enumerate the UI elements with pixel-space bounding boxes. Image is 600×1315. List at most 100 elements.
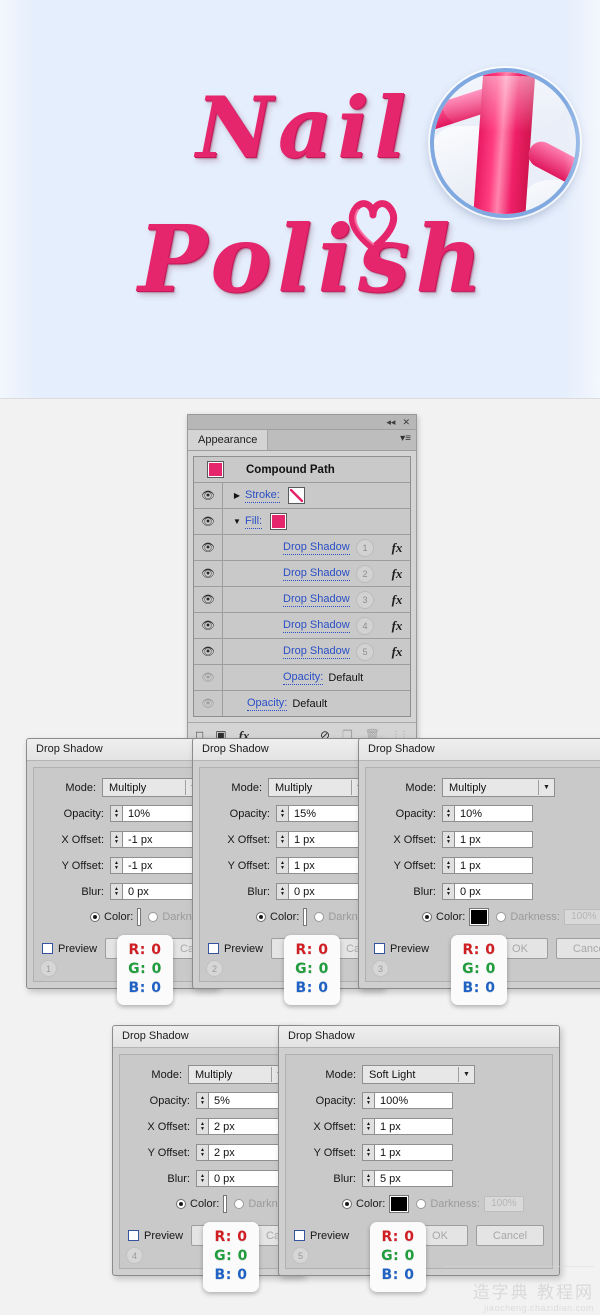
blur-input[interactable]: 0 px [455,883,533,900]
effect-label-drop-shadow[interactable]: Drop Shadow [283,645,350,659]
stroke-label[interactable]: Stroke: [245,489,280,503]
shadow-color-swatch[interactable] [303,908,308,926]
y-offset-input[interactable]: -1 px [123,857,201,874]
darkness-input[interactable]: 100% [563,909,600,925]
blur-stepper[interactable]: ▲ ▼ [110,883,123,900]
opacity-stepper[interactable]: ▲ ▼ [196,1092,209,1109]
opacity-input[interactable]: 10% [123,805,201,822]
fill-color-swatch[interactable] [270,513,288,530]
collapse-icon[interactable]: ◂◂ [386,417,395,427]
color-radio[interactable] [422,912,432,922]
blur-stepper[interactable]: ▲ ▼ [196,1170,209,1187]
x-offset-stepper[interactable]: ▲ ▼ [276,831,289,848]
fx-icon[interactable]: fx [384,540,410,556]
effect-label-drop-shadow[interactable]: Drop Shadow [283,593,350,607]
visibility-eye-icon[interactable]: 👁 [194,483,223,508]
x-offset-input[interactable]: 1 px [289,831,367,848]
visibility-eye-icon[interactable]: 👁 [194,535,223,560]
x-offset-stepper[interactable]: ▲ ▼ [362,1118,375,1135]
x-offset-input[interactable]: 1 px [455,831,533,848]
visibility-eye-icon[interactable]: 👁 [194,691,223,716]
blur-input[interactable]: 5 px [375,1170,453,1187]
effect-label-drop-shadow[interactable]: Drop Shadow [283,541,350,555]
darkness-input[interactable]: 100% [483,1196,524,1212]
stroke-color-swatch[interactable] [287,487,305,504]
tab-appearance[interactable]: Appearance [188,430,269,450]
appearance-row-fill[interactable]: 👁 ▼ Fill: [194,509,410,535]
cancel-button[interactable]: Cancel [556,938,600,959]
fx-icon[interactable]: fx [384,618,410,634]
shadow-color-swatch[interactable] [223,1195,228,1213]
appearance-row-opacity[interactable]: 👁 Opacity: Default [194,691,410,716]
cancel-button[interactable]: Cancel [476,1225,544,1246]
visibility-eye-icon[interactable]: 👁 [194,509,223,534]
chevron-down-icon[interactable]: ▼ [229,517,245,526]
chevron-down-icon[interactable]: ▼ [458,1067,474,1082]
opacity-label[interactable]: Opacity: [283,671,324,685]
y-offset-stepper[interactable]: ▲ ▼ [276,857,289,874]
visibility-eye-icon[interactable]: 👁 [194,561,223,586]
darkness-radio[interactable] [314,912,325,922]
mode-select[interactable]: Multiply▼ [442,778,555,797]
color-radio[interactable] [176,1199,186,1209]
x-offset-input[interactable]: -1 px [123,831,201,848]
blur-stepper[interactable]: ▲ ▼ [362,1170,375,1187]
shadow-color-swatch[interactable] [389,1195,410,1213]
opacity-label[interactable]: Opacity: [247,697,288,711]
shadow-color-swatch[interactable] [137,908,142,926]
mode-select[interactable]: Multiply▼ [102,778,202,797]
mode-select[interactable]: Multiply▼ [268,778,368,797]
appearance-row-effect[interactable]: 👁 Drop Shadow 4 fx [194,613,410,639]
opacity-input[interactable]: 10% [455,805,533,822]
y-offset-input[interactable]: 1 px [455,857,533,874]
preview-checkbox[interactable] [128,1230,139,1241]
color-radio[interactable] [342,1199,352,1209]
x-offset-input[interactable]: 1 px [375,1118,453,1135]
effect-label-drop-shadow[interactable]: Drop Shadow [283,619,350,633]
darkness-radio[interactable] [234,1199,245,1209]
panel-menu-icon[interactable]: ▾≡ [400,434,411,444]
preview-checkbox[interactable] [42,943,53,954]
blur-input[interactable]: 0 px [209,1170,287,1187]
close-icon[interactable]: ✕ [402,417,410,427]
preview-checkbox[interactable] [294,1230,305,1241]
blur-stepper[interactable]: ▲ ▼ [442,883,455,900]
visibility-eye-icon[interactable]: 👁 [194,639,223,664]
y-offset-input[interactable]: 1 px [289,857,367,874]
preview-checkbox[interactable] [208,943,219,954]
visibility-eye-icon[interactable]: 👁 [194,665,223,690]
opacity-stepper[interactable]: ▲ ▼ [110,805,123,822]
fx-icon[interactable]: fx [384,644,410,660]
x-offset-stepper[interactable]: ▲ ▼ [196,1118,209,1135]
mode-select[interactable]: Soft Light ▼ [362,1065,475,1084]
shadow-color-swatch[interactable] [469,908,490,926]
darkness-radio[interactable] [416,1199,427,1209]
y-offset-stepper[interactable]: ▲ ▼ [110,857,123,874]
darkness-radio[interactable] [148,912,159,922]
preview-checkbox[interactable] [374,943,385,954]
visibility-eye-icon[interactable]: 👁 [194,613,223,638]
fx-icon[interactable]: fx [384,566,410,582]
blur-input[interactable]: 0 px [289,883,367,900]
appearance-row-effect[interactable]: 👁 Drop Shadow 1 fx [194,535,410,561]
fill-label[interactable]: Fill: [245,515,263,529]
y-offset-stepper[interactable]: ▲ ▼ [196,1144,209,1161]
opacity-input[interactable]: 100% [375,1092,453,1109]
fx-icon[interactable]: fx [384,592,410,608]
y-offset-stepper[interactable]: ▲ ▼ [442,857,455,874]
opacity-stepper[interactable]: ▲ ▼ [362,1092,375,1109]
opacity-stepper[interactable]: ▲ ▼ [442,805,455,822]
y-offset-stepper[interactable]: ▲ ▼ [362,1144,375,1161]
mode-select[interactable]: Multiply▼ [188,1065,288,1084]
appearance-row-opacity[interactable]: 👁 Opacity: Default [194,665,410,691]
blur-input[interactable]: 0 px [123,883,201,900]
appearance-row-object[interactable]: Compound Path [194,457,410,483]
x-offset-stepper[interactable]: ▲ ▼ [110,831,123,848]
y-offset-input[interactable]: 1 px [375,1144,453,1161]
opacity-stepper[interactable]: ▲ ▼ [276,805,289,822]
visibility-eye-icon[interactable]: 👁 [194,587,223,612]
appearance-row-effect[interactable]: 👁 Drop Shadow 3 fx [194,587,410,613]
chevron-right-icon[interactable]: ▶ [229,491,245,500]
color-radio[interactable] [256,912,266,922]
color-radio[interactable] [90,912,100,922]
